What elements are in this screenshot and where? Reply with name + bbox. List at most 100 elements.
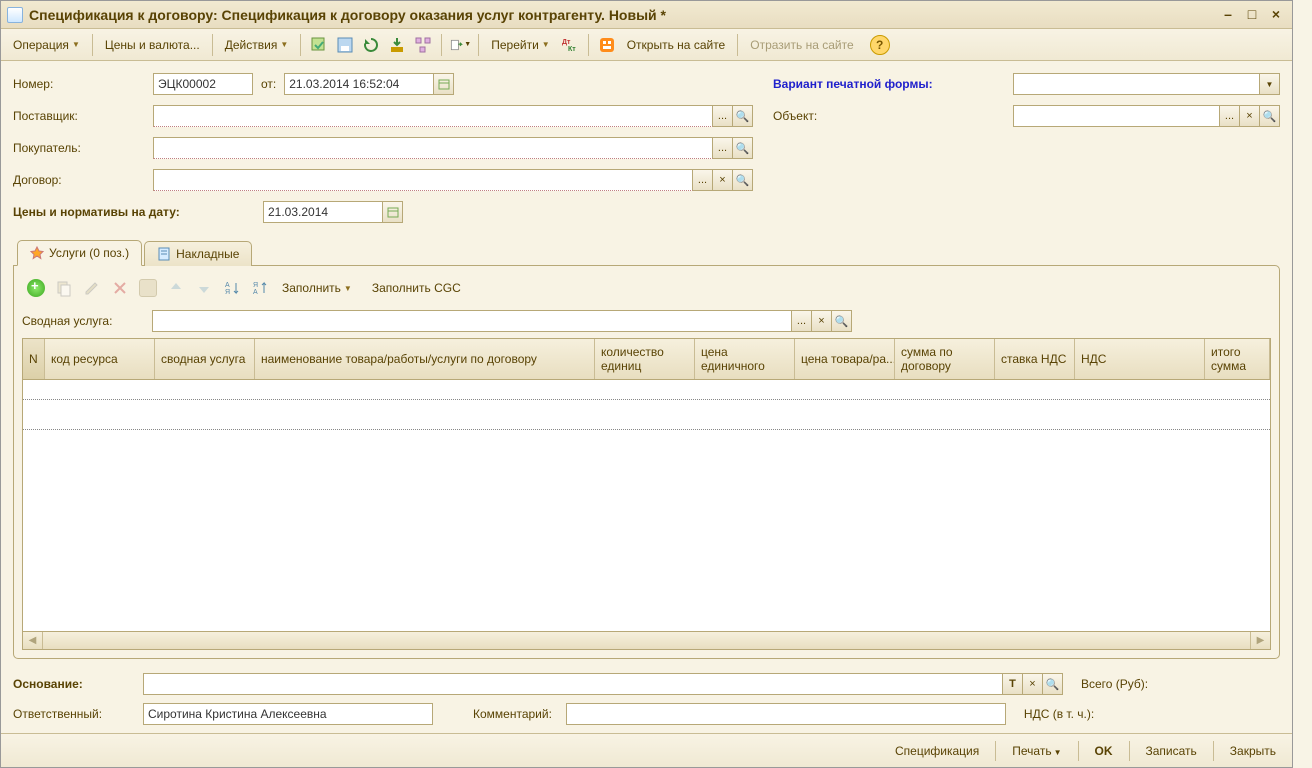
help-icon[interactable]: ?	[870, 35, 890, 55]
structure-icon[interactable]	[412, 34, 434, 56]
move-up-button[interactable]	[165, 277, 187, 299]
col-item-name[interactable]: наименование товара/работы/услуги по дог…	[255, 339, 595, 379]
close-window-button[interactable]: ×	[1266, 6, 1286, 24]
table-body[interactable]	[23, 380, 1270, 631]
search-icon[interactable]: 🔍	[733, 137, 753, 159]
search-icon[interactable]: 🔍	[733, 169, 753, 191]
date-input[interactable]	[284, 73, 434, 95]
search-icon[interactable]: 🔍	[1043, 673, 1063, 695]
scroll-right-button[interactable]: ▶	[1250, 632, 1270, 649]
col-summary-service[interactable]: сводная услуга	[155, 339, 255, 379]
from-label: от:	[261, 77, 276, 91]
form-area: Номер: от: Поставщик: ... 🔍	[1, 61, 1292, 733]
form-right-column: Вариант печатной формы: ▼ Объект: ... × …	[773, 73, 1280, 233]
clear-button[interactable]: ×	[1023, 673, 1043, 695]
form-left-column: Номер: от: Поставщик: ... 🔍	[13, 73, 753, 233]
copy-row-button[interactable]	[53, 277, 75, 299]
clear-button[interactable]: ×	[812, 310, 832, 332]
clear-button[interactable]: ×	[1240, 105, 1260, 127]
table-header: N код ресурса сводная услуга наименовани…	[23, 339, 1270, 380]
tab-bar: Услуги (0 поз.) Накладные	[17, 239, 1280, 265]
supplier-input[interactable]	[153, 105, 713, 127]
table-row[interactable]	[23, 380, 1270, 400]
col-contract-sum[interactable]: сумма по договору	[895, 339, 995, 379]
dropdown-caret-icon: ▼	[1054, 748, 1062, 757]
dropdown-button[interactable]: ▼	[1260, 73, 1280, 95]
download-icon[interactable]	[386, 34, 408, 56]
separator	[212, 34, 213, 56]
number-input[interactable]	[153, 73, 253, 95]
specification-button[interactable]: Спецификация	[889, 744, 985, 758]
print-menu[interactable]: Печать▼	[1006, 744, 1067, 758]
fill-cgc-label: Заполнить CGC	[372, 281, 461, 295]
minimize-button[interactable]: –	[1218, 6, 1238, 24]
actions-menu[interactable]: Действия▼	[219, 33, 295, 57]
delete-row-button[interactable]	[109, 277, 131, 299]
table-row[interactable]	[23, 400, 1270, 430]
post-document-icon[interactable]	[308, 34, 330, 56]
refresh-icon[interactable]	[360, 34, 382, 56]
select-button[interactable]: ...	[792, 310, 812, 332]
search-icon[interactable]: 🔍	[1260, 105, 1280, 127]
debit-credit-icon[interactable]: ДтКт	[559, 34, 581, 56]
object-input[interactable]	[1013, 105, 1220, 127]
sort-asc-button[interactable]: АЯ	[221, 277, 243, 299]
fill-menu[interactable]: Заполнить▼	[276, 276, 358, 300]
col-item-price[interactable]: цена товара/ра...	[795, 339, 895, 379]
col-vat[interactable]: НДС	[1075, 339, 1205, 379]
buyer-input[interactable]	[153, 137, 713, 159]
search-icon[interactable]: 🔍	[832, 310, 852, 332]
comment-label: Комментарий:	[473, 707, 552, 721]
select-button[interactable]: ...	[713, 105, 733, 127]
col-quantity[interactable]: количество единиц	[595, 339, 695, 379]
col-resource-code[interactable]: код ресурса	[45, 339, 155, 379]
reflect-on-site-button[interactable]: Отразить на сайте	[744, 33, 859, 57]
search-icon[interactable]: 🔍	[733, 105, 753, 127]
create-based-icon[interactable]: ▼	[449, 34, 471, 56]
summary-service-input[interactable]	[152, 310, 792, 332]
open-on-site-button[interactable]: Открыть на сайте	[621, 33, 732, 57]
calendar-icon[interactable]	[383, 201, 403, 223]
tab-services[interactable]: Услуги (0 поз.)	[17, 240, 142, 266]
main-toolbar: Операция▼ Цены и валюта... Действия▼ ▼ П…	[1, 29, 1292, 61]
ok-button[interactable]: OK	[1089, 744, 1119, 758]
select-button[interactable]: ...	[693, 169, 713, 191]
save-icon[interactable]	[334, 34, 356, 56]
columns-setup-button[interactable]	[137, 277, 159, 299]
select-button[interactable]: ...	[713, 137, 733, 159]
col-unit-price[interactable]: цена единичного	[695, 339, 795, 379]
maximize-button[interactable]: □	[1242, 6, 1262, 24]
operation-menu[interactable]: Операция▼	[7, 33, 86, 57]
goto-menu[interactable]: Перейти▼	[485, 33, 555, 57]
col-total[interactable]: итого сумма	[1205, 339, 1270, 379]
print-variant-input[interactable]	[1013, 73, 1260, 95]
col-n[interactable]: N	[23, 339, 45, 379]
clear-button[interactable]: ×	[713, 169, 733, 191]
separator	[1078, 741, 1079, 761]
select-button[interactable]: ...	[1220, 105, 1240, 127]
close-button[interactable]: Закрыть	[1224, 744, 1282, 758]
tab-invoices[interactable]: Накладные	[144, 241, 252, 266]
fill-cgc-button[interactable]: Заполнить CGC	[366, 276, 467, 300]
calendar-icon[interactable]	[434, 73, 454, 95]
basis-input[interactable]	[143, 673, 1003, 695]
col-vat-rate[interactable]: ставка НДС	[995, 339, 1075, 379]
add-row-button[interactable]	[25, 277, 47, 299]
prices-date-input[interactable]	[263, 201, 383, 223]
site-icon[interactable]	[596, 34, 618, 56]
separator	[737, 34, 738, 56]
scroll-left-button[interactable]: ◀	[23, 632, 43, 649]
move-down-button[interactable]	[193, 277, 215, 299]
separator	[588, 34, 589, 56]
open-site-label: Открыть на сайте	[627, 38, 726, 52]
save-button[interactable]: Записать	[1140, 744, 1203, 758]
edit-row-button[interactable]	[81, 277, 103, 299]
sort-desc-button[interactable]: ЯА	[249, 277, 271, 299]
prices-currency-button[interactable]: Цены и валюта...	[99, 33, 206, 57]
responsible-input[interactable]	[143, 703, 433, 725]
total-label: Всего (Руб):	[1081, 677, 1148, 691]
contract-input[interactable]	[153, 169, 693, 191]
summary-service-label: Сводная услуга:	[22, 314, 152, 328]
text-button[interactable]: T	[1003, 673, 1023, 695]
comment-input[interactable]	[566, 703, 1006, 725]
